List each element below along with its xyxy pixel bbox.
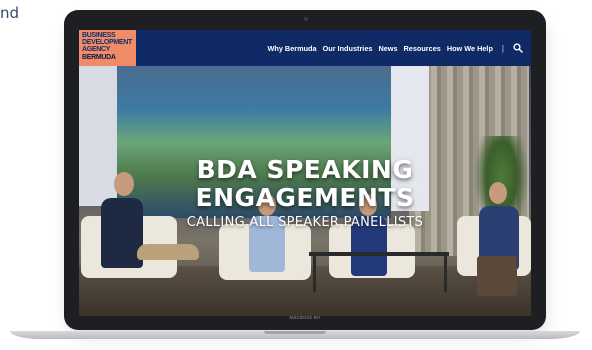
search-icon	[513, 43, 523, 53]
nav-item-how-we-help[interactable]: How We Help	[447, 44, 493, 53]
hero-title: BDA SPEAKING ENGAGEMENTS	[79, 156, 531, 212]
table-leg-right	[444, 256, 447, 292]
logo-line-2: DEVELOPMENT	[82, 39, 132, 47]
nav-item-why-bermuda[interactable]: Why Bermuda	[268, 44, 317, 53]
hero-banner: BDA SPEAKING ENGAGEMENTS CALLING ALL SPE…	[79, 66, 531, 316]
laptop-hinge-notch	[264, 331, 326, 334]
nav-item-news[interactable]: News	[378, 44, 397, 53]
corner-text: nd	[0, 4, 20, 22]
logo-line-3: AGENCY	[82, 46, 111, 54]
search-button[interactable]	[513, 43, 523, 53]
nav-separator: |	[501, 43, 504, 53]
hero-title-line-2: ENGAGEMENTS	[195, 183, 415, 212]
bda-logo[interactable]: BUSINESS DEVELOPMENT AGENCY BERMUDA	[79, 30, 136, 66]
hero-subtitle: CALLING ALL SPEAKER PANELLISTS	[186, 215, 424, 230]
table-leg-left	[313, 256, 316, 292]
coffee-table	[309, 252, 449, 256]
hero-title-line-1: BDA SPEAKING	[196, 155, 414, 184]
camera-dot	[304, 17, 308, 21]
panelist-4-legs	[477, 256, 517, 296]
nav-item-resources[interactable]: Resources	[404, 44, 441, 53]
site-header: BUSINESS DEVELOPMENT AGENCY BERMUDA Why …	[79, 30, 531, 66]
laptop-screen: BUSINESS DEVELOPMENT AGENCY BERMUDA Why …	[79, 30, 531, 316]
nav-item-our-industries[interactable]: Our Industries	[323, 44, 373, 53]
logo-line-4: BERMUDA	[82, 53, 116, 61]
main-nav: Why Bermuda Our Industries News Resource…	[268, 30, 524, 66]
panelist-1-legs	[137, 244, 199, 260]
logo-line-1: BUSINESS	[82, 32, 116, 39]
